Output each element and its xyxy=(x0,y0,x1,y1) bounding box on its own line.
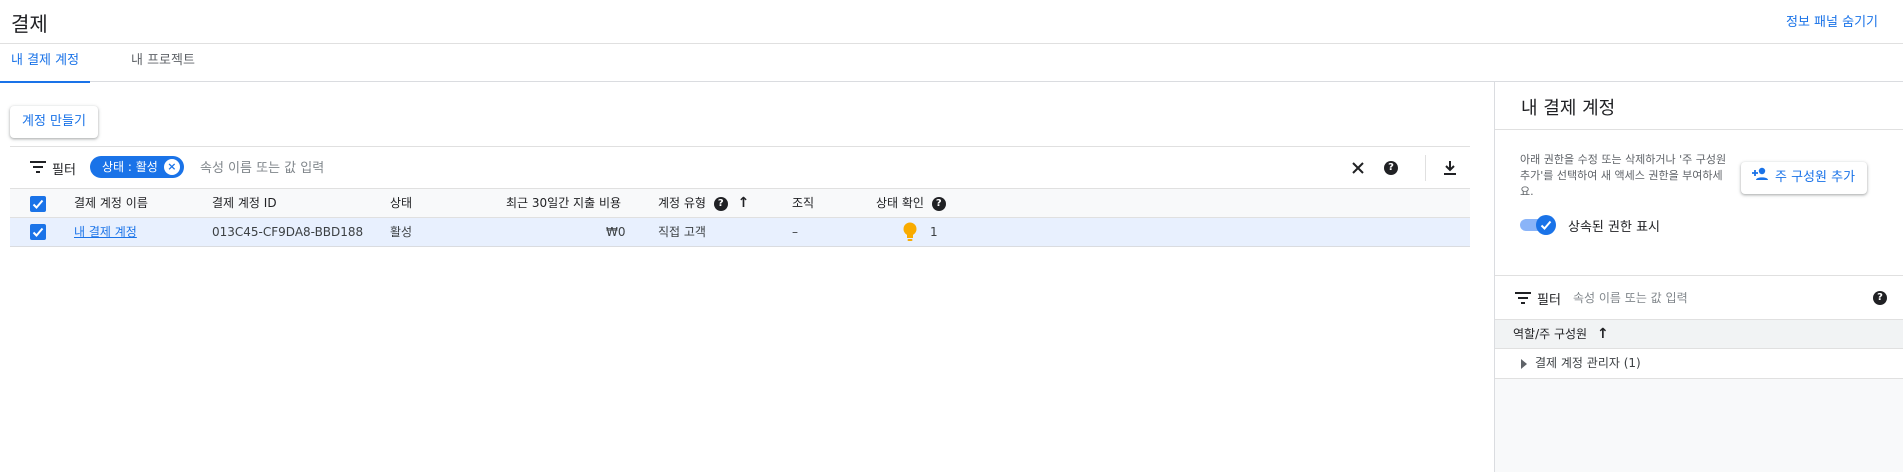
main-content: 계정 만들기 필터 상태 : 활성 × ? 결제 계정 이름 결제 계정 ID xyxy=(0,82,1494,472)
tab-bar: 내 결제 계정 내 프로젝트 xyxy=(0,44,1903,83)
role-principal-header-label: 역할/주 구성원 xyxy=(1513,327,1588,341)
select-all-checkbox[interactable] xyxy=(30,196,46,212)
info-panel-header: 내 결제 계정 xyxy=(1495,82,1903,130)
info-panel-title: 내 결제 계정 xyxy=(1521,98,1616,119)
role-principal-header[interactable]: 역할/주 구성원 ↑ xyxy=(1513,320,1609,348)
lightbulb-icon[interactable] xyxy=(903,222,917,242)
toolbar-divider xyxy=(1425,155,1426,181)
permissions-description: 아래 권한을 수정 또는 삭제하거나 '주 구성원 추가'를 선택하여 새 액세… xyxy=(1520,153,1727,198)
download-icon[interactable] xyxy=(1439,157,1461,179)
account-cost: ₩0 xyxy=(606,225,626,239)
account-status: 활성 xyxy=(390,225,413,239)
tab-my-billing-accounts[interactable]: 내 결제 계정 xyxy=(0,44,91,83)
filter-label: 필터 xyxy=(52,163,76,178)
add-principal-label: 주 구성원 추가 xyxy=(1775,170,1856,185)
panel-filter-input[interactable] xyxy=(1573,285,1833,311)
role-row-label: 결제 계정 관리자 (1) xyxy=(1535,356,1641,370)
col-header-check-label: 상태 확인 xyxy=(876,196,924,210)
status-filter-chip-label: 상태 : 활성 xyxy=(102,160,158,174)
panel-table-header: 역할/주 구성원 ↑ xyxy=(1495,319,1903,349)
page-title: 결제 xyxy=(11,12,48,36)
toggle-label: 상속된 권한 표시 xyxy=(1568,220,1660,235)
filter-input[interactable] xyxy=(200,155,600,181)
create-account-button[interactable]: 계정 만들기 xyxy=(10,106,98,138)
col-header-id[interactable]: 결제 계정 ID xyxy=(212,189,277,219)
col-header-type[interactable]: 계정 유형 ? ↑ xyxy=(658,189,749,219)
panel-filter-bar: 필터 ? xyxy=(1495,275,1903,319)
toggle-knob xyxy=(1536,215,1556,235)
col-header-type-label: 계정 유형 xyxy=(658,196,706,210)
add-person-icon xyxy=(1751,162,1769,194)
panel-filter-label: 필터 xyxy=(1537,293,1561,308)
check-help-icon[interactable]: ? xyxy=(931,196,946,211)
account-name-link[interactable]: 내 결제 계정 xyxy=(74,218,137,247)
filter-icon xyxy=(30,161,46,173)
status-filter-chip[interactable]: 상태 : 활성 × xyxy=(90,156,184,178)
row-checkbox[interactable] xyxy=(30,224,46,240)
panel-help-icon[interactable]: ? xyxy=(1869,287,1891,309)
col-header-cost[interactable]: 최근 30일간 지출 비용 xyxy=(506,189,621,219)
account-org: – xyxy=(792,225,798,239)
hide-info-panel-link[interactable]: 정보 패널 숨기기 xyxy=(1786,11,1878,30)
inherited-permissions-toggle[interactable] xyxy=(1520,215,1556,235)
chip-remove-icon[interactable]: × xyxy=(163,159,180,175)
filter-icon xyxy=(1515,292,1531,304)
col-header-status[interactable]: 상태 xyxy=(390,189,412,219)
title-bar: 결제 정보 패널 숨기기 xyxy=(0,0,1903,44)
col-header-name[interactable]: 결제 계정 이름 xyxy=(74,189,148,219)
table-row[interactable]: 내 결제 계정 013C45-CF9DA8-BBD188 활성 ₩0 직접 고객… xyxy=(10,218,1470,247)
filter-bar: 필터 상태 : 활성 × ? xyxy=(10,146,1470,188)
account-id: 013C45-CF9DA8-BBD188 xyxy=(212,225,364,239)
recommendation-count[interactable]: 1 xyxy=(930,218,938,247)
clear-filter-icon[interactable] xyxy=(1347,157,1369,179)
sort-arrow-up-icon[interactable]: ↑ xyxy=(1597,326,1609,342)
info-panel-body: 아래 권한을 수정 또는 삭제하거나 '주 구성원 추가'를 선택하여 새 액세… xyxy=(1495,130,1903,275)
col-header-org[interactable]: 조직 xyxy=(792,189,814,219)
help-icon[interactable]: ? xyxy=(1380,157,1402,179)
sort-arrow-up-icon[interactable]: ↑ xyxy=(738,195,750,211)
info-panel: 내 결제 계정 아래 권한을 수정 또는 삭제하거나 '주 구성원 추가'를 선… xyxy=(1494,82,1903,472)
type-help-icon[interactable]: ? xyxy=(713,196,728,211)
table-header: 결제 계정 이름 결제 계정 ID 상태 최근 30일간 지출 비용 계정 유형… xyxy=(10,188,1470,218)
tab-my-projects[interactable]: 내 프로젝트 xyxy=(120,44,206,82)
role-row[interactable]: 결제 계정 관리자 (1) xyxy=(1495,349,1903,379)
account-type: 직접 고객 xyxy=(658,225,706,239)
expand-triangle-icon[interactable] xyxy=(1521,359,1527,369)
add-principal-button[interactable]: 주 구성원 추가 xyxy=(1741,162,1868,194)
col-header-check[interactable]: 상태 확인 ? xyxy=(876,189,946,219)
